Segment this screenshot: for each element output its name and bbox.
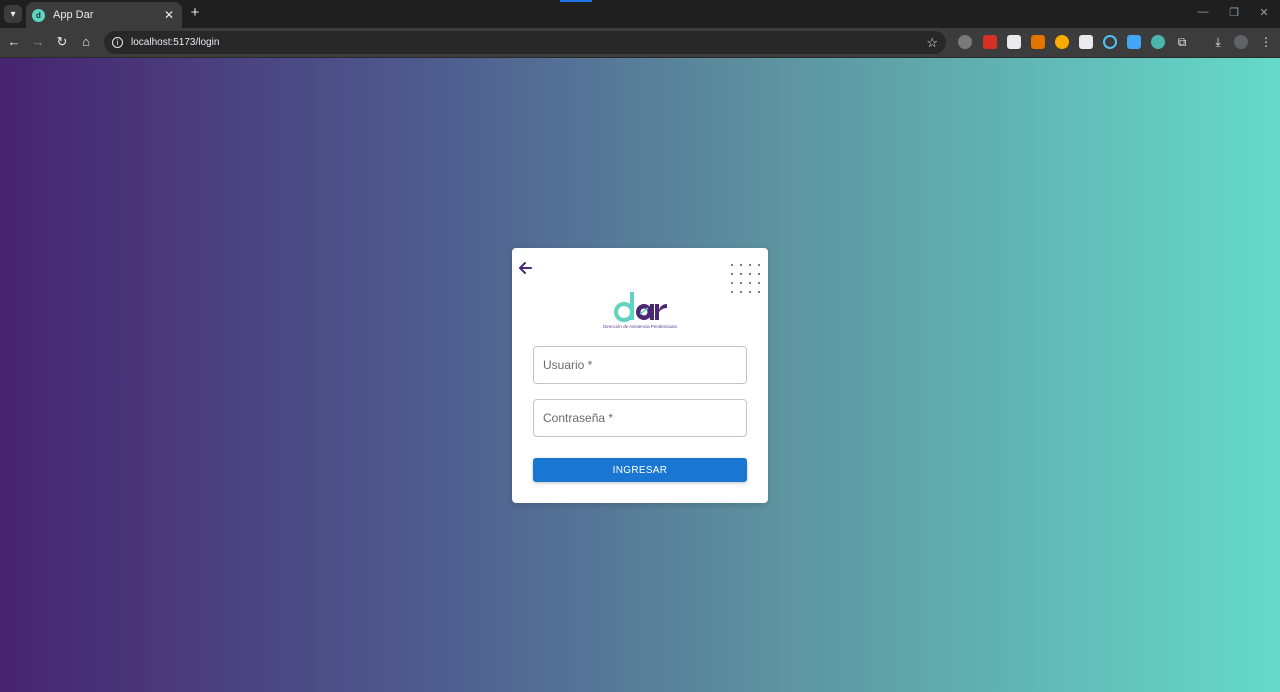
- password-input[interactable]: [543, 411, 733, 425]
- restore-icon[interactable]: ❐: [1227, 6, 1241, 19]
- extension-7-icon[interactable]: [1103, 35, 1117, 49]
- minimize-icon[interactable]: —: [1196, 6, 1210, 18]
- extension-2-icon[interactable]: [983, 35, 997, 49]
- extension-8-icon[interactable]: [1127, 35, 1141, 49]
- reload-icon[interactable]: ↻: [54, 34, 70, 50]
- browser-toolbar: ← → ↻ ⌂ i localhost:5173/login ☆ ⧉ ⤓ ⋮: [0, 28, 1280, 58]
- forward-icon[interactable]: →: [30, 34, 46, 50]
- dots-grid-decoration: [731, 264, 761, 294]
- extensions-puzzle-icon[interactable]: ⧉: [1174, 34, 1190, 50]
- menu-kebab-icon[interactable]: ⋮: [1258, 34, 1274, 50]
- extension-9-icon[interactable]: [1151, 35, 1165, 49]
- tab-loading-indicator: [560, 0, 592, 2]
- tab-search-button[interactable]: ▾: [4, 5, 22, 23]
- new-tab-button[interactable]: +: [188, 5, 202, 21]
- tab-app-dar[interactable]: d App Dar ✕: [26, 2, 182, 28]
- tab-close-icon[interactable]: ✕: [162, 8, 176, 22]
- close-window-icon[interactable]: ✕: [1257, 6, 1271, 19]
- dar-favicon-icon: d: [32, 8, 45, 22]
- username-input[interactable]: [543, 358, 733, 372]
- tab-title: App Dar: [53, 9, 94, 21]
- username-field[interactable]: [533, 346, 747, 384]
- extension-4-icon[interactable]: [1031, 35, 1045, 49]
- login-page-background: Dirección de Asistencia Penitenciaria IN…: [0, 58, 1280, 692]
- site-info-icon[interactable]: i: [112, 37, 123, 48]
- back-icon[interactable]: ←: [6, 34, 22, 50]
- browser-tab-strip: ▾ d App Dar ✕ + — ❐ ✕: [0, 0, 1280, 28]
- password-field[interactable]: [533, 399, 747, 437]
- url-text[interactable]: localhost:5173/login: [131, 37, 926, 48]
- extension-3-icon[interactable]: [1007, 35, 1021, 49]
- extension-1-icon[interactable]: [958, 35, 972, 49]
- login-card: Dirección de Asistencia Penitenciaria IN…: [512, 248, 768, 503]
- profile-avatar[interactable]: [1234, 35, 1248, 49]
- bookmark-star-icon[interactable]: ☆: [926, 35, 938, 51]
- extension-5-icon[interactable]: [1055, 35, 1069, 49]
- address-bar[interactable]: i localhost:5173/login ☆: [104, 31, 946, 54]
- login-submit-button[interactable]: INGRESAR: [533, 458, 747, 482]
- download-icon[interactable]: ⤓: [1210, 34, 1226, 50]
- back-arrow-icon[interactable]: [517, 260, 533, 276]
- home-icon[interactable]: ⌂: [78, 34, 94, 50]
- extension-6-icon[interactable]: [1079, 35, 1093, 49]
- logo-caption: Dirección de Asistencia Penitenciaria: [603, 324, 677, 329]
